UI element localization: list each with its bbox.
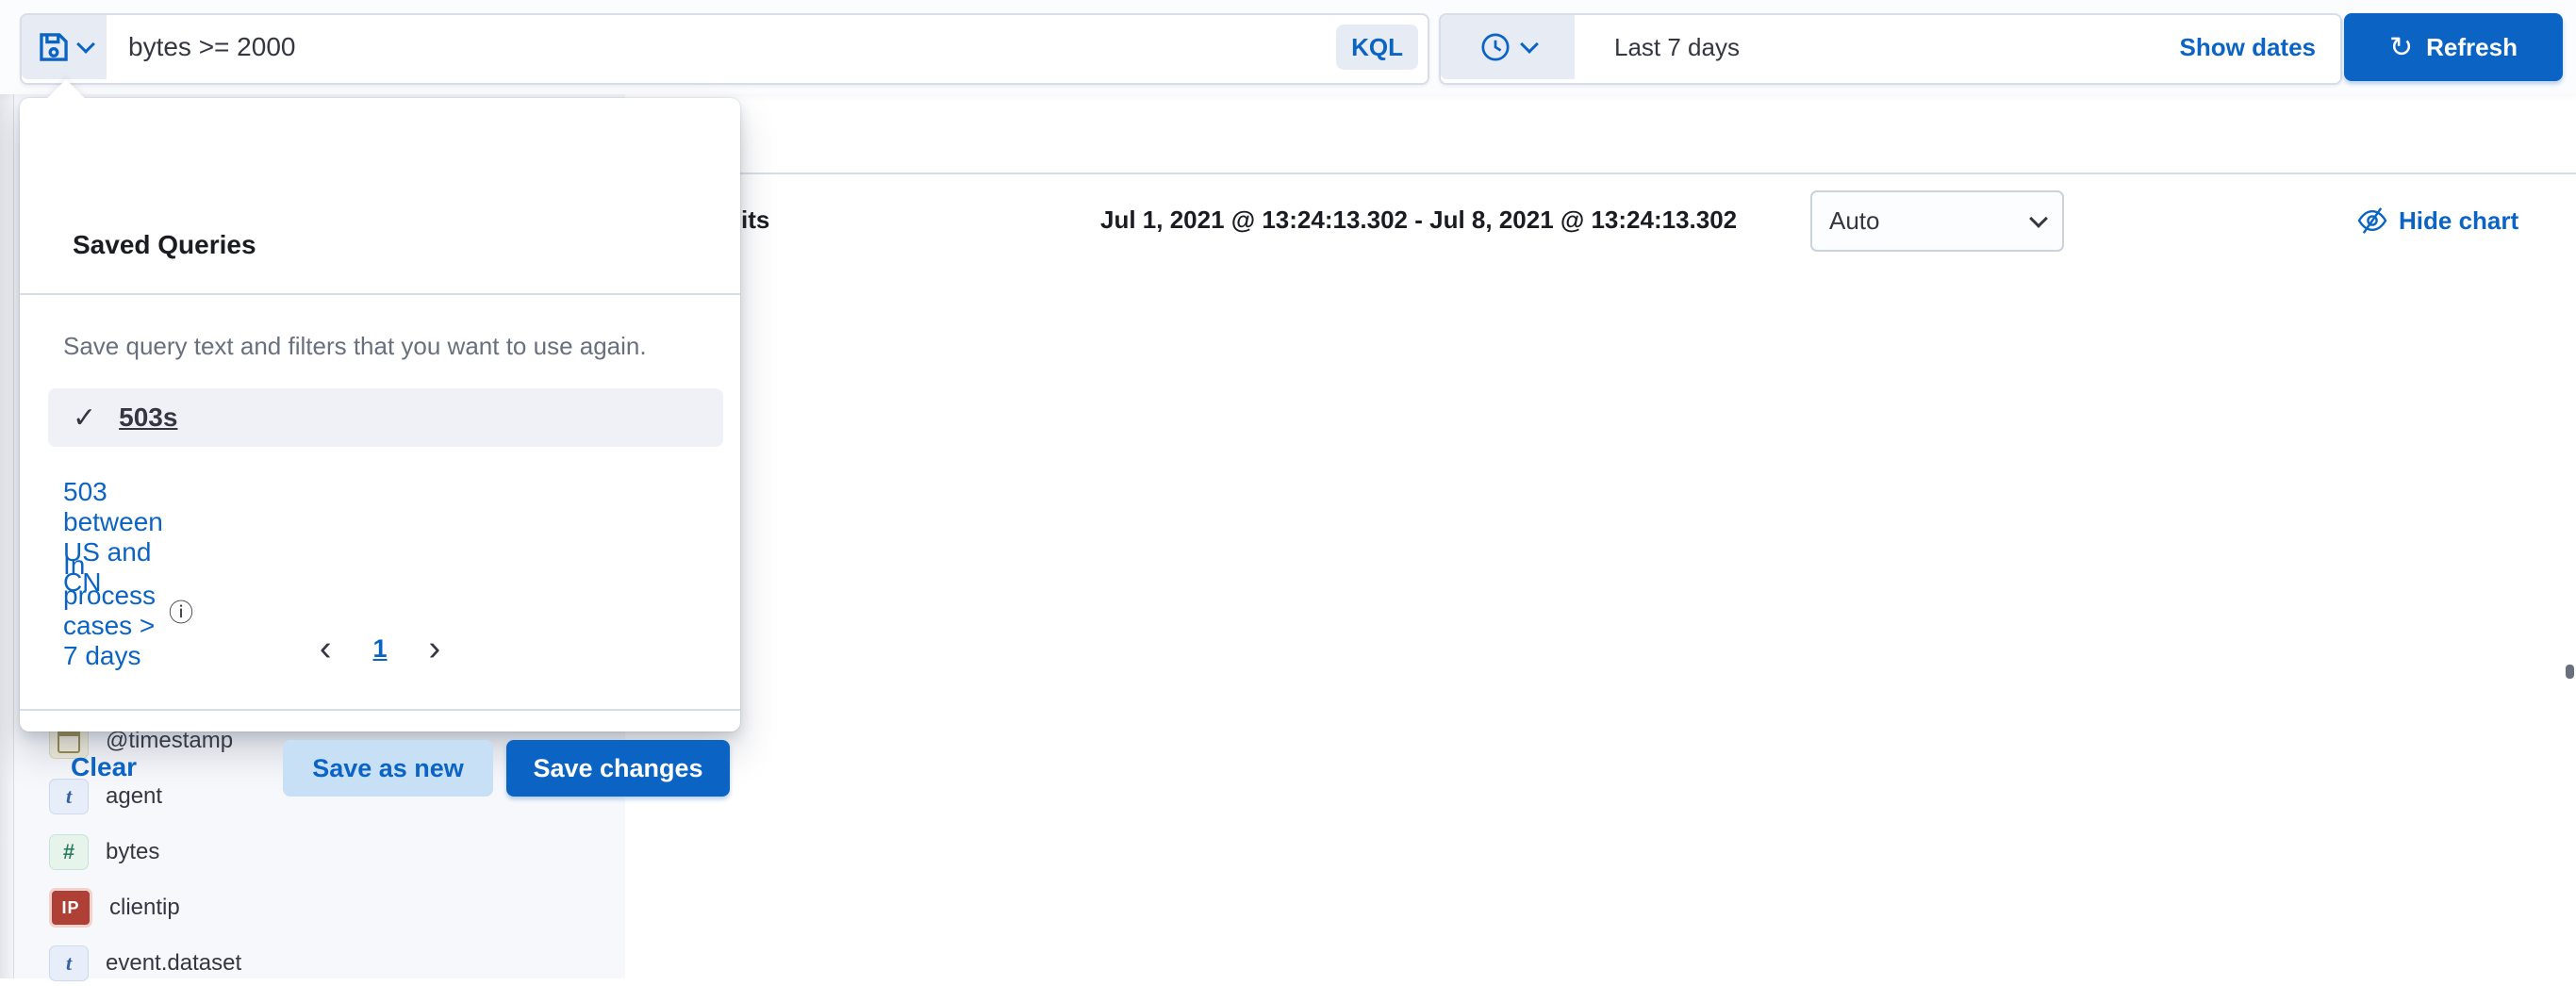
- hide-chart-button[interactable]: Hide chart: [2357, 205, 2518, 236]
- save-changes-button[interactable]: Save changes: [506, 740, 730, 797]
- interval-selected-value: Auto: [1829, 206, 1880, 236]
- prev-page-icon[interactable]: ‹: [320, 631, 332, 666]
- query-language-badge[interactable]: KQL: [1336, 25, 1418, 70]
- panel-top-border: [625, 173, 2576, 174]
- chart-time-range-title: Jul 1, 2021 @ 13:24:13.302 - Jul 8, 2021…: [1100, 205, 1737, 235]
- clock-icon: [1479, 31, 1511, 63]
- field-label: event.dataset: [106, 950, 241, 977]
- popover-description: Save query text and filters that you wan…: [63, 332, 647, 361]
- calendar-icon: [58, 730, 80, 753]
- number-field-type-icon: #: [49, 834, 89, 870]
- field-label: clientip: [109, 895, 180, 921]
- save-as-new-button[interactable]: Save as new: [283, 740, 493, 797]
- text-field-type-icon: t: [49, 945, 89, 981]
- field-label: agent: [106, 783, 162, 810]
- chevron-down-icon: [1520, 35, 1539, 54]
- sidebar-field-bytes[interactable]: # bytes: [49, 830, 159, 875]
- clear-button[interactable]: Clear: [71, 752, 137, 782]
- top-query-bar: bytes >= 2000 KQL Last 7 days Show dates…: [0, 0, 2576, 94]
- refresh-label: Refresh: [2426, 33, 2518, 62]
- quick-time-menu-button[interactable]: [1441, 15, 1575, 79]
- info-icon[interactable]: ⓘ: [169, 594, 193, 629]
- popover-title: Saved Queries: [73, 230, 256, 260]
- time-range-value[interactable]: Last 7 days: [1614, 15, 1740, 79]
- text-field-type-icon: t: [49, 779, 89, 814]
- histogram-interval-select[interactable]: Auto: [1810, 190, 2064, 252]
- collapsed-left-panel-edge: [0, 0, 14, 978]
- saved-query-label: 503s: [119, 403, 177, 433]
- field-label: @timestamp: [106, 728, 233, 754]
- check-icon: ✓: [73, 402, 96, 435]
- chevron-down-icon: [2029, 209, 2048, 228]
- ip-field-type-icon: IP: [49, 888, 92, 928]
- divider: [20, 293, 740, 295]
- saved-query-item-503s[interactable]: ✓ 503s: [48, 388, 723, 447]
- sidebar-field-event.dataset[interactable]: t event.dataset: [49, 941, 241, 986]
- field-label: bytes: [106, 839, 159, 865]
- hits-count-label: its: [741, 205, 769, 235]
- chevron-down-icon: [76, 35, 95, 54]
- page-number[interactable]: 1: [372, 634, 387, 664]
- save-icon: [36, 29, 72, 65]
- show-dates-button[interactable]: Show dates: [2180, 15, 2316, 79]
- saved-query-menu-button[interactable]: [22, 15, 107, 79]
- next-page-icon[interactable]: ›: [429, 631, 441, 666]
- saved-queries-popover: Saved Queries Save query text and filter…: [20, 98, 740, 731]
- divider: [20, 709, 740, 711]
- pagination: ‹ 1 ›: [20, 631, 740, 666]
- sidebar-field-clientip[interactable]: IP clientip: [49, 885, 180, 930]
- scrollbar-thumb[interactable]: [2566, 665, 2574, 679]
- refresh-icon: ↻: [2389, 31, 2413, 64]
- refresh-button[interactable]: ↻ Refresh: [2344, 13, 2563, 81]
- time-picker[interactable]: Last 7 days Show dates: [1439, 13, 2342, 85]
- query-input[interactable]: bytes >= 2000: [128, 15, 295, 79]
- query-bar[interactable]: bytes >= 2000 KQL: [20, 13, 1429, 85]
- hide-chart-label: Hide chart: [2399, 206, 2518, 236]
- eye-slash-icon: [2357, 205, 2387, 236]
